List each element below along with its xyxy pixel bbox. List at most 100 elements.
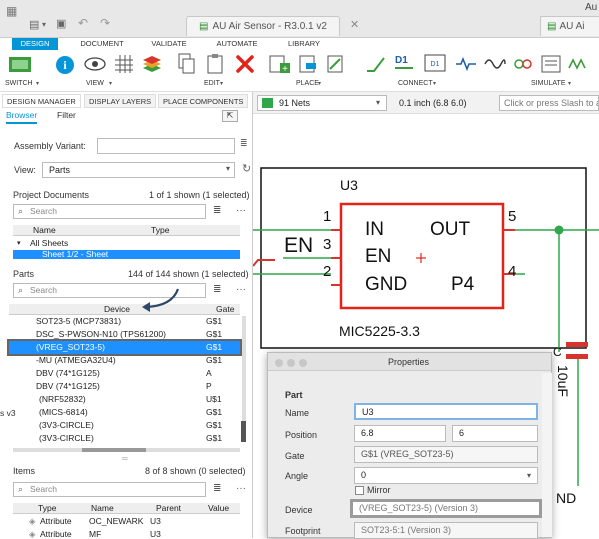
parts-scrollbar-thumb[interactable] (241, 421, 246, 442)
minimize-button[interactable] (287, 359, 295, 367)
bus-icon[interactable] (455, 55, 477, 73)
table-row[interactable]: ◈ Attribute OC_NEWARK U3 (13, 515, 240, 528)
ribbon-edit-label[interactable]: EDIT (204, 80, 220, 87)
delete-icon[interactable] (235, 54, 255, 74)
simulate-settings-icon[interactable] (540, 54, 562, 74)
tab-display-layers[interactable]: DISPLAY LAYERS (84, 94, 157, 108)
position-x-input[interactable]: 6.8 (354, 425, 446, 442)
mirror-checkbox[interactable] (355, 486, 364, 495)
tab-design-manager[interactable]: DESIGN MANAGER (2, 94, 81, 108)
view-select[interactable]: Parts (42, 162, 235, 178)
command-input[interactable]: Click or press Slash to a (499, 95, 599, 111)
save-icon[interactable]: ▣ (56, 17, 66, 30)
tab-place-components[interactable]: PLACE COMPONENTS (158, 94, 249, 108)
chevron-down-icon[interactable]: ▾ (527, 468, 531, 483)
tab-document[interactable]: DOCUMENT (74, 38, 130, 50)
column-name[interactable]: Name (91, 503, 114, 514)
column-value[interactable]: Value (208, 503, 229, 514)
items-search[interactable]: ⌕ Search (13, 482, 206, 497)
redo-icon[interactable]: ↷ (100, 16, 110, 30)
table-row[interactable]: DBV (74*1G125) A (9, 367, 240, 380)
place-wire-icon[interactable] (326, 53, 348, 75)
close-button[interactable] (275, 359, 283, 367)
file-icon[interactable]: ▤ (29, 18, 39, 31)
table-row[interactable]: (3V3-CIRCLE) G$1 (9, 419, 240, 432)
column-parent[interactable]: Parent (156, 503, 181, 514)
subtab-filter[interactable]: Filter (57, 110, 76, 120)
name-input[interactable]: U3 (354, 403, 538, 420)
document-tab[interactable]: ▤ AU Air Sensor - R3.0.1 v2 (186, 16, 340, 36)
list-options-icon[interactable]: ≣ (213, 483, 221, 494)
list-options-icon[interactable]: ≣ (213, 284, 221, 295)
subtab-browser[interactable]: Browser (6, 110, 38, 124)
table-row[interactable]: (3V3-CIRCLE) G$1 (9, 432, 240, 445)
chevron-down-icon[interactable]: ▾ (36, 80, 39, 87)
ribbon-simulate-label[interactable]: SIMULATE (531, 80, 566, 87)
list-icon[interactable]: ≣ (240, 138, 248, 149)
chevron-down-icon[interactable]: ▾ (568, 80, 571, 87)
ribbon-view-label[interactable]: VIEW (86, 80, 104, 87)
table-row[interactable]: DBV (74*1G125) P (9, 380, 240, 393)
place-icon[interactable] (298, 53, 320, 75)
chevron-down-icon[interactable]: ▾ (318, 80, 321, 87)
resize-handle-icon[interactable]: ═ (122, 454, 128, 463)
document-tab-2[interactable]: ▤ AU Ai (540, 16, 599, 36)
column-device[interactable]: Device (104, 304, 130, 315)
probe-icon[interactable] (512, 55, 534, 73)
nets-select[interactable]: 91 Nets ▾ (257, 95, 387, 111)
tab-library[interactable]: LIBRARY (282, 38, 326, 50)
place-part-icon[interactable]: + (268, 53, 292, 75)
list-options-icon[interactable]: ≣ (213, 205, 221, 216)
column-gate[interactable]: Gate (216, 304, 234, 315)
table-row[interactable]: ◈ Attribute MF U3 (13, 528, 240, 538)
grid-menu-icon[interactable]: ▦ (6, 4, 17, 18)
tab-design[interactable]: DESIGN (12, 38, 58, 50)
chevron-down-icon[interactable]: ▾ (376, 98, 380, 107)
ribbon-place-label[interactable]: PLACE (296, 80, 319, 87)
more-icon[interactable]: ··· (236, 284, 246, 295)
chevron-down-icon[interactable]: ▾ (226, 164, 230, 173)
assembly-variant-select[interactable] (97, 138, 235, 154)
chevron-down-icon[interactable]: ▾ (220, 80, 223, 87)
sine-wave-icon[interactable] (484, 55, 506, 73)
info-icon[interactable]: i (55, 55, 75, 75)
eye-icon[interactable] (84, 56, 106, 72)
project-documents-search[interactable]: ⌕ Search (13, 204, 206, 219)
close-tab-icon[interactable]: ✕ (350, 18, 359, 31)
column-type[interactable]: Type (38, 503, 56, 514)
parts-row-selected[interactable]: (VREG_SOT23-5) G$1 (7, 339, 242, 356)
undo-icon[interactable]: ↶ (78, 16, 88, 30)
component-icon[interactable]: D1 (423, 53, 447, 75)
layers-icon[interactable] (141, 53, 163, 75)
chevron-down-icon[interactable]: ▾ (42, 20, 46, 29)
chevron-down-icon[interactable]: ▾ (17, 237, 21, 250)
column-name[interactable]: Name (33, 225, 56, 236)
tab-validate[interactable]: VALIDATE (146, 38, 192, 50)
tab-automate[interactable]: AUTOMATE (212, 38, 262, 50)
copy-icon[interactable] (178, 53, 196, 75)
properties-scrollbar[interactable] (542, 373, 552, 537)
more-icon[interactable]: ··· (236, 205, 246, 216)
ribbon-connect-label[interactable]: CONNECT (398, 80, 433, 87)
list-item[interactable]: ▾ All Sheets (13, 237, 240, 250)
switch-icon[interactable] (8, 54, 34, 76)
position-y-input[interactable]: 6 (452, 425, 538, 442)
table-row[interactable]: DSC_S-PWSON-N10 (TPS61200) G$1 (9, 328, 240, 341)
panel-pin-icon[interactable]: ⇱ (222, 110, 238, 122)
table-row[interactable]: (MICS-6814) G$1 (9, 406, 240, 419)
net-label-icon[interactable]: D1 (393, 53, 415, 75)
chevron-down-icon[interactable]: ▾ (433, 80, 436, 87)
list-item-selected[interactable]: Sheet 1/2 - Sheet (13, 250, 240, 259)
angle-select[interactable]: 0 ▾ (354, 467, 538, 484)
grid-icon[interactable] (114, 54, 134, 74)
more-icon[interactable]: ··· (236, 483, 246, 494)
paste-icon[interactable] (206, 53, 224, 75)
column-type[interactable]: Type (151, 225, 169, 236)
zoom-button[interactable] (299, 359, 307, 367)
refresh-icon[interactable]: ↻ (242, 162, 251, 175)
chevron-down-icon[interactable]: ▾ (109, 80, 112, 87)
table-row[interactable]: SOT23-5 (MCP73831) G$1 (9, 315, 240, 328)
table-row[interactable]: (NRF52832) U$1 (9, 393, 240, 406)
parts-hscrollbar-thumb[interactable] (82, 448, 146, 452)
ribbon-switch-label[interactable]: SWITCH (5, 80, 33, 87)
